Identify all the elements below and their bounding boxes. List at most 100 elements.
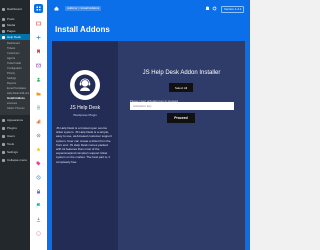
installer-panel: JS Help Desk Addon Installer Select All … <box>118 41 245 250</box>
submenu-item-label: Licenses <box>7 102 18 105</box>
download-icon <box>36 217 41 222</box>
submenu-item-label: Configuration <box>7 67 23 70</box>
sidebar-item-label: Media <box>7 23 16 27</box>
plugin-nav-item-8[interactable] <box>34 117 43 126</box>
plugin-logo <box>70 70 100 100</box>
sidebar-item-settings[interactable]: Settings <box>0 149 30 155</box>
plus-icon <box>36 35 41 40</box>
gear-icon <box>212 6 217 11</box>
submenu-item-label: Addon Themes <box>7 107 25 110</box>
version-badge: Version 1.4.1 <box>221 6 244 13</box>
appearance-icon <box>2 118 5 122</box>
installer-title: JS Help Desk Addon Installer <box>142 70 221 76</box>
plugin-description: JS Help Desk is a trusted open source ti… <box>56 126 112 164</box>
plugin-nav-item-2[interactable] <box>34 33 43 42</box>
plugin-nav-item-9[interactable] <box>34 131 43 140</box>
plugin-nav-item-7[interactable] <box>34 103 43 112</box>
plugin-nav-home[interactable] <box>34 4 43 13</box>
sidebar-item-plugins[interactable]: Plugins <box>0 125 30 131</box>
sidebar-item-help-desk[interactable]: Help Desk <box>0 34 30 40</box>
submenu-item-label: Tickets <box>7 47 16 50</box>
support-agent-icon <box>74 74 96 96</box>
list-icon <box>37 105 40 110</box>
bell-icon <box>205 6 210 10</box>
flag-icon <box>36 203 41 208</box>
sidebar-item-appearance[interactable]: Appearance <box>0 117 30 123</box>
clock-icon <box>36 175 41 180</box>
tools-icon <box>2 142 5 146</box>
posts-icon <box>2 17 5 21</box>
activation-key-input[interactable] <box>130 102 234 110</box>
collapse-menu-button[interactable]: Collapse menu <box>0 157 30 163</box>
notifications-button[interactable] <box>205 6 210 11</box>
submenu-item-label: Help Desk Add-ons <box>7 92 30 95</box>
plugin-nav-item-12[interactable] <box>34 173 43 182</box>
sidebar-item-label: Posts <box>7 17 15 21</box>
chart-icon <box>36 119 41 124</box>
settings-button[interactable] <box>212 6 217 11</box>
submenu-item-label: Install Addons <box>7 97 25 100</box>
admin-sidebar: Dashboard Posts Media Pages Help Desk Da… <box>0 0 30 250</box>
submenu-item-label: Customers <box>7 52 20 55</box>
plugin-nav-item-4[interactable] <box>34 61 43 70</box>
sidebar-item-label: Tools <box>7 142 15 146</box>
plugin-icon-nav <box>30 0 48 250</box>
submenu-item-label: Reports <box>7 82 17 85</box>
submenu-item-label: Dashboard <box>7 42 20 45</box>
sidebar-item-users[interactable]: Users <box>0 133 30 139</box>
sidebar-item-label: Collapse menu <box>7 158 28 162</box>
sidebar-item-tools[interactable]: Tools <box>0 141 30 147</box>
help-icon <box>36 231 41 236</box>
sidebar-item-label: Help Desk <box>7 35 21 39</box>
ticket-icon <box>36 21 41 26</box>
tag-icon <box>36 161 41 166</box>
users-icon <box>2 134 5 138</box>
submenu-item-addon-themes[interactable]: Addon Themes <box>0 106 30 111</box>
sidebar-item-label: Plugins <box>7 126 17 130</box>
home-icon <box>54 6 59 11</box>
plugin-nav-item-6[interactable] <box>34 89 43 98</box>
gear-icon <box>36 133 41 138</box>
proceed-button[interactable]: Proceed <box>167 113 195 123</box>
dashboard-icon <box>2 7 5 11</box>
plugin-subtitle: Wordpress Plugin <box>73 113 97 117</box>
sidebar-item-dashboard[interactable]: Dashboard <box>0 6 30 12</box>
plugin-info-panel: JS Help Desk Wordpress Plugin JS Help De… <box>52 41 118 250</box>
page-title: Install Addons <box>55 25 110 34</box>
sidebar-item-label: Settings <box>7 150 18 154</box>
grid-icon <box>36 6 41 11</box>
plugin-nav-item-11[interactable] <box>34 159 43 168</box>
submenu-item-label: Agents <box>7 57 16 60</box>
sidebar-item-label: Users <box>7 134 15 138</box>
users-icon <box>36 77 41 82</box>
plugin-nav-item-1[interactable] <box>34 19 43 28</box>
submenu-item-label: Ticket Fields <box>7 62 22 65</box>
plugin-nav-item-3[interactable] <box>34 47 43 56</box>
pages-icon <box>2 29 5 33</box>
plugin-nav-item-16[interactable] <box>34 229 43 238</box>
submenu-item-label: Priority <box>7 72 16 75</box>
plugin-nav-item-10[interactable] <box>34 145 43 154</box>
page-content: Install Addons JS Help Desk Wordpress Pl… <box>47 18 250 250</box>
plugin-nav-item-13[interactable] <box>34 187 43 196</box>
bookmark-icon <box>37 49 40 54</box>
plugins-icon <box>2 126 5 130</box>
folder-icon <box>36 92 41 96</box>
help-desk-icon <box>2 35 5 39</box>
lock-icon <box>37 189 40 194</box>
plugin-nav-item-5[interactable] <box>34 75 43 84</box>
home-button[interactable] <box>54 6 59 11</box>
plugin-nav-item-15[interactable] <box>34 215 43 224</box>
plugin-nav-item-14[interactable] <box>34 201 43 210</box>
star-icon <box>36 147 41 152</box>
sidebar-item-label: Pages <box>7 29 16 33</box>
collapse-icon <box>2 158 5 162</box>
sidebar-item-label: Dashboard <box>7 7 22 11</box>
submenu-item-label: Email Templates <box>7 87 26 90</box>
submenu-item-label: Settings <box>7 77 17 80</box>
select-all-button[interactable]: Select All <box>169 83 193 92</box>
addon-installer-card: JS Help Desk Wordpress Plugin JS Help De… <box>52 41 245 250</box>
plugin-top-bar: Addons > Install Addons Version 1.4.1 <box>47 0 250 18</box>
sidebar-item-label: Appearance <box>7 118 24 122</box>
breadcrumb[interactable]: Addons > Install Addons <box>65 6 102 11</box>
